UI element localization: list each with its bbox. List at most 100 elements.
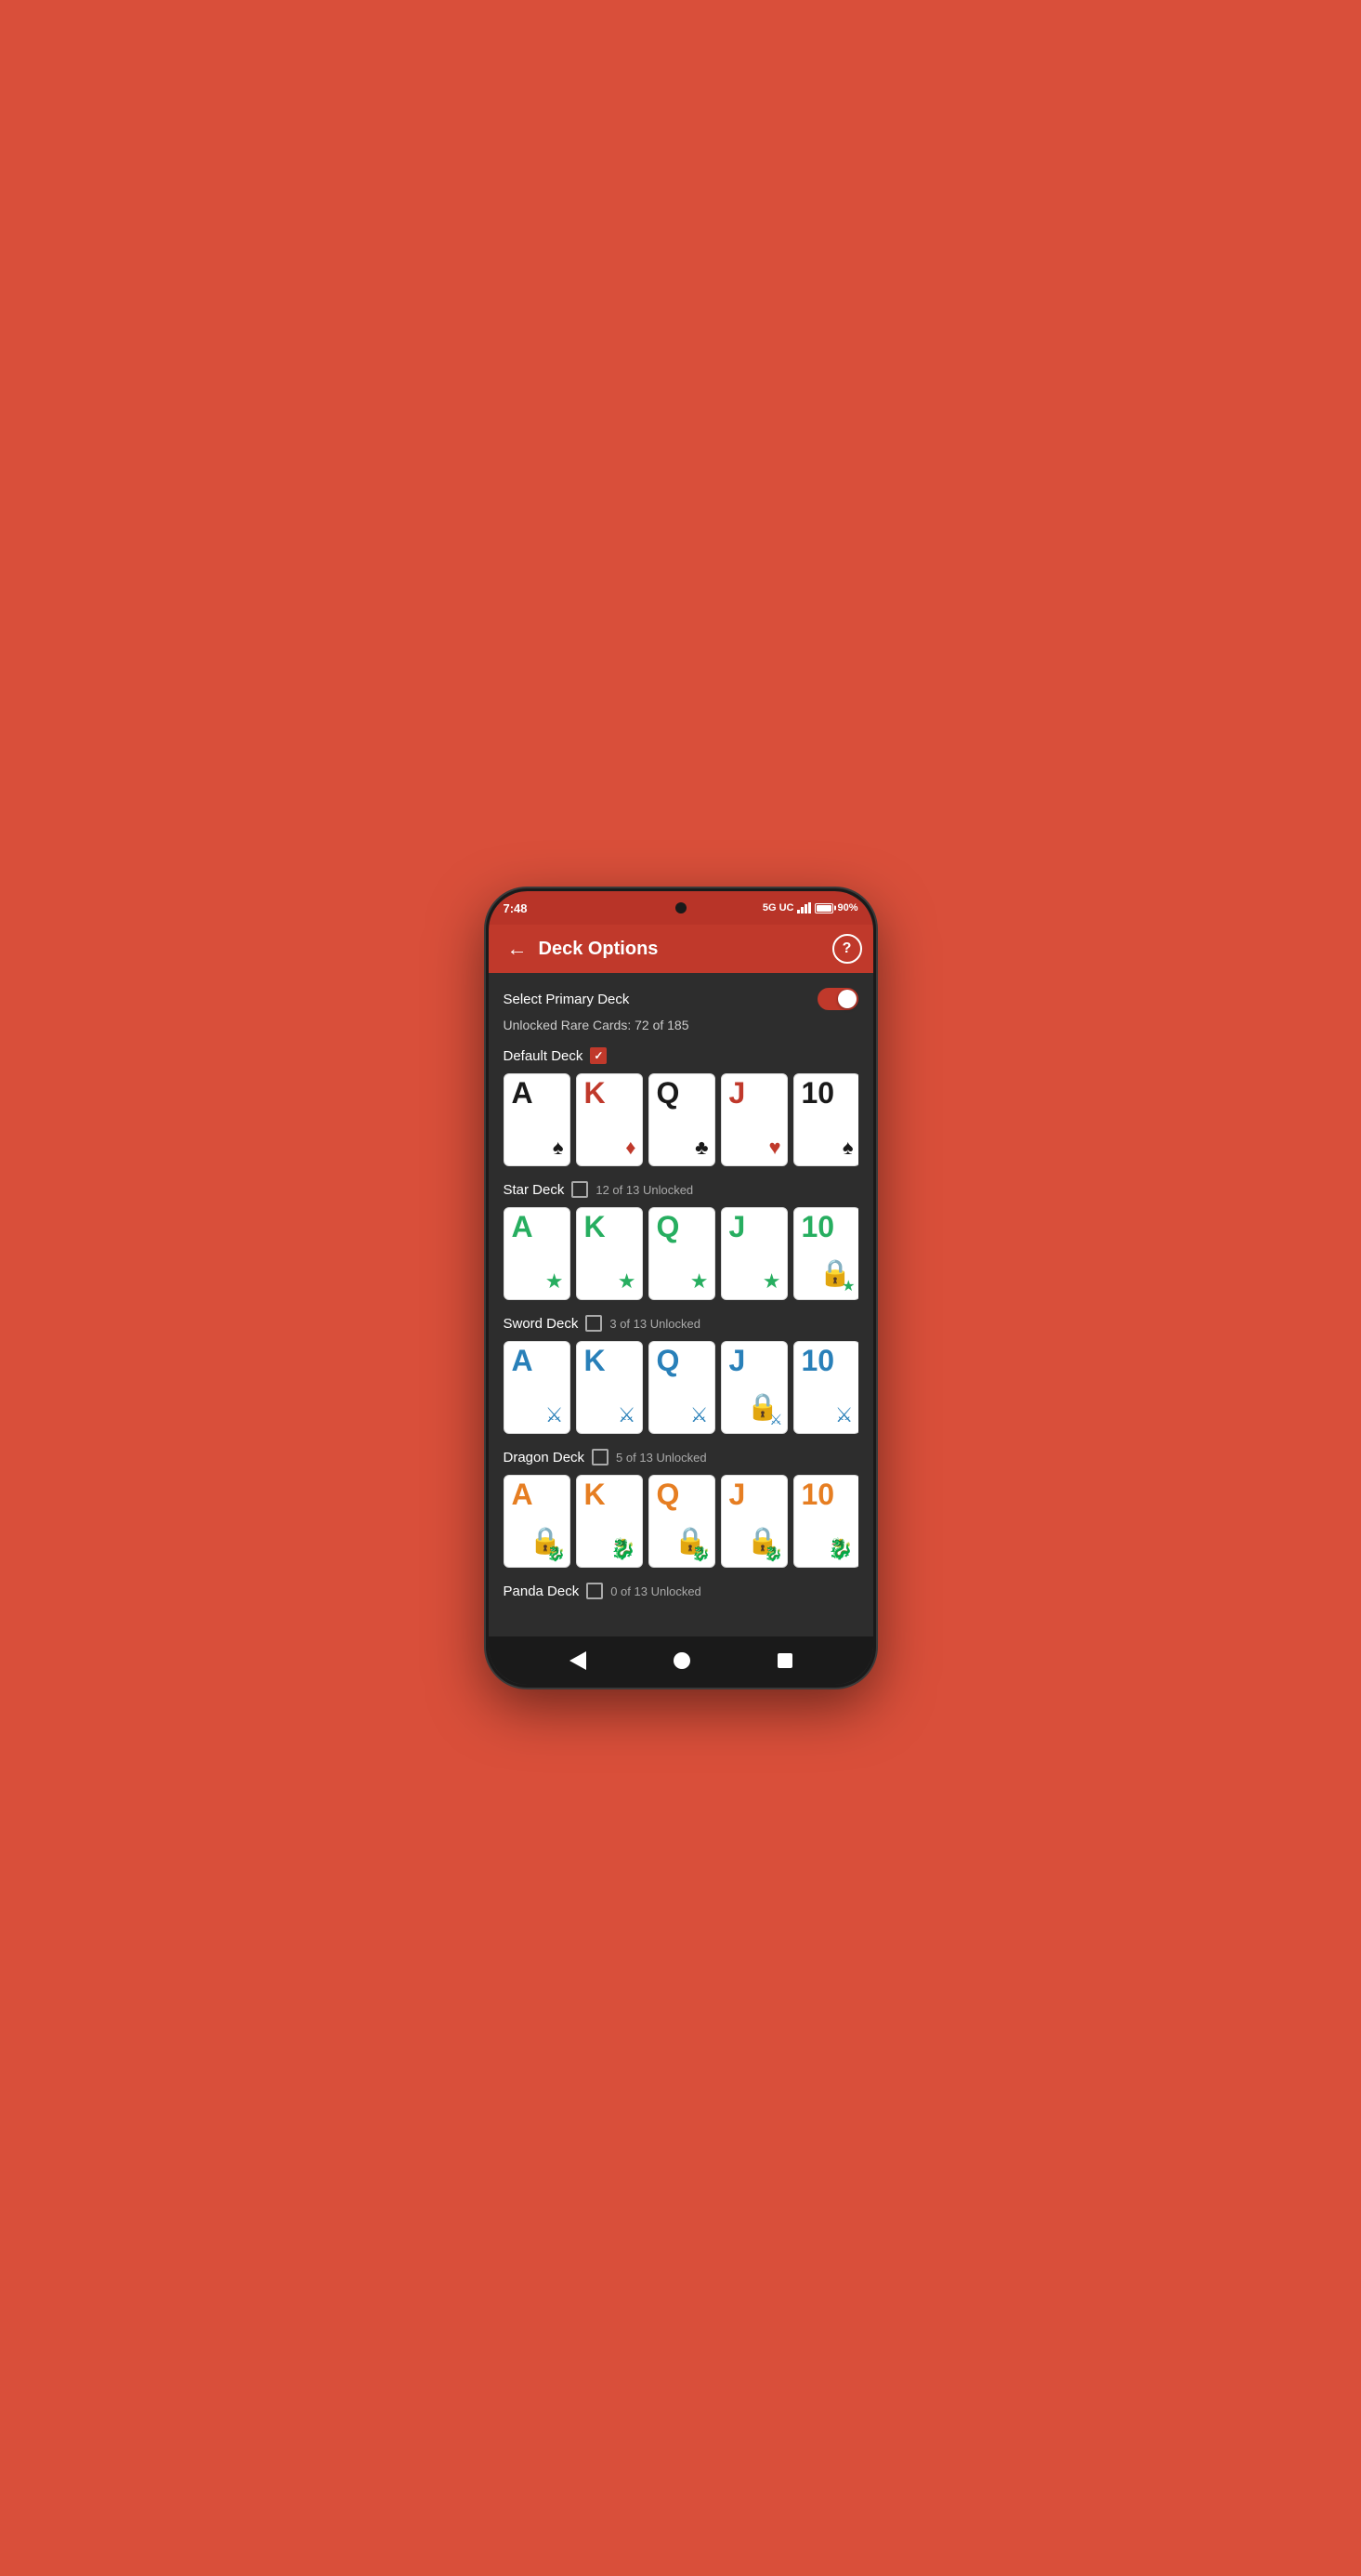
- card-3-0[interactable]: A🔒🐉: [504, 1475, 570, 1568]
- card-3-1[interactable]: K🐉: [576, 1475, 643, 1568]
- card-suit-3-4: 🐉: [828, 1537, 853, 1561]
- deck-checkbox-3[interactable]: [592, 1449, 609, 1465]
- deck-header-4: Panda Deck0 of 13 Unlocked: [504, 1583, 858, 1599]
- phone-device: 7:48 5G UC 90% ← Deck Options ?: [486, 888, 876, 1688]
- card-suit-0-1: ♦: [625, 1136, 635, 1160]
- card-0-3[interactable]: J♥: [721, 1073, 788, 1166]
- cards-row-2: A⚔K⚔Q⚔J🔒⚔10⚔: [504, 1341, 858, 1434]
- deck-name-2: Sword Deck: [504, 1316, 579, 1332]
- card-1-1[interactable]: K★: [576, 1207, 643, 1300]
- deck-name-1: Star Deck: [504, 1182, 565, 1198]
- card-suit-2-1: ⚔: [618, 1403, 636, 1427]
- camera-notch: [675, 902, 687, 913]
- card-2-3[interactable]: J🔒⚔: [721, 1341, 788, 1434]
- deck-header-1: Star Deck 12 of 13 Unlocked: [504, 1181, 858, 1198]
- card-2-2[interactable]: Q⚔: [648, 1341, 715, 1434]
- card-suit-small-3-0: 🐉: [547, 1544, 566, 1563]
- card-suit-0-0: ♠: [553, 1136, 564, 1160]
- card-suit-2-4: ⚔: [835, 1403, 854, 1427]
- back-triangle-icon: [569, 1651, 586, 1670]
- deck-header-0: Default Deck: [504, 1047, 858, 1064]
- deck-unlock-count-1: 12 of 13 Unlocked: [595, 1183, 693, 1197]
- card-2-0[interactable]: A⚔: [504, 1341, 570, 1434]
- card-1-2[interactable]: Q★: [648, 1207, 715, 1300]
- deck-header-3: Dragon Deck 5 of 13 Unlocked: [504, 1449, 858, 1465]
- card-letter-2-3: J: [729, 1346, 746, 1375]
- card-2-1[interactable]: K⚔: [576, 1341, 643, 1434]
- card-letter-1-1: K: [584, 1212, 606, 1242]
- card-letter-1-4: 10: [802, 1212, 835, 1242]
- card-letter-3-3: J: [729, 1479, 746, 1509]
- card-0-4[interactable]: 10♠: [793, 1073, 858, 1166]
- cards-row-1: A★K★Q★J★10🔒★: [504, 1207, 858, 1300]
- card-suit-1-3: ★: [763, 1269, 781, 1294]
- deck-unlock-count-3: 5 of 13 Unlocked: [616, 1451, 707, 1465]
- battery-label: 90%: [837, 902, 857, 913]
- card-suit-0-2: ♣: [695, 1136, 708, 1160]
- deck-header-2: Sword Deck 3 of 13 Unlocked: [504, 1315, 858, 1332]
- primary-deck-label: Select Primary Deck: [504, 992, 630, 1007]
- primary-deck-row: Select Primary Deck: [504, 988, 858, 1010]
- card-3-3[interactable]: J🔒🐉: [721, 1475, 788, 1568]
- card-1-4[interactable]: 10🔒★: [793, 1207, 858, 1300]
- card-suit-2-2: ⚔: [690, 1403, 709, 1427]
- decks-container: Default DeckA♠K♦Q♣J♥10♠Star Deck12 of 13…: [504, 1047, 858, 1599]
- card-letter-1-2: Q: [657, 1212, 680, 1242]
- card-letter-0-2: Q: [657, 1078, 680, 1108]
- card-0-0[interactable]: A♠: [504, 1073, 570, 1166]
- deck-name-3: Dragon Deck: [504, 1450, 585, 1465]
- nav-recent-button[interactable]: [778, 1653, 792, 1668]
- network-label: 5G UC: [763, 902, 794, 913]
- phone-screen: 7:48 5G UC 90% ← Deck Options ?: [489, 891, 873, 1685]
- card-3-4[interactable]: 10 🐉: [793, 1475, 858, 1568]
- card-suit-small-1-4: ★: [842, 1277, 855, 1295]
- cards-row-0: A♠K♦Q♣J♥10♠: [504, 1073, 858, 1166]
- card-suit-small-2-3: ⚔: [769, 1411, 782, 1429]
- content-area: Select Primary Deck Unlocked Rare Cards:…: [489, 973, 873, 1636]
- deck-checkbox-0[interactable]: [590, 1047, 607, 1064]
- card-1-0[interactable]: A★: [504, 1207, 570, 1300]
- deck-checkbox-1[interactable]: [571, 1181, 588, 1198]
- nav-back-button[interactable]: [569, 1651, 586, 1670]
- card-letter-0-1: K: [584, 1078, 606, 1108]
- card-suit-0-4: ♠: [843, 1136, 854, 1160]
- card-letter-2-4: 10: [802, 1346, 835, 1375]
- status-time: 7:48: [504, 901, 528, 915]
- deck-checkbox-4[interactable]: [586, 1583, 603, 1599]
- deck-checkbox-2[interactable]: [585, 1315, 602, 1332]
- back-button[interactable]: ←: [500, 933, 535, 965]
- card-letter-1-0: A: [512, 1212, 533, 1242]
- card-letter-3-4: 10: [802, 1479, 835, 1509]
- nav-home-button[interactable]: [674, 1652, 690, 1669]
- card-letter-2-0: A: [512, 1346, 533, 1375]
- card-1-3[interactable]: J★: [721, 1207, 788, 1300]
- card-suit-1-2: ★: [690, 1269, 709, 1294]
- app-title: Deck Options: [539, 939, 832, 960]
- card-letter-2-2: Q: [657, 1346, 680, 1375]
- deck-section-1: Star Deck12 of 13 UnlockedA★K★Q★J★10🔒★: [504, 1181, 858, 1300]
- app-bar: ← Deck Options ?: [489, 925, 873, 973]
- card-2-4[interactable]: 10 ⚔: [793, 1341, 858, 1434]
- card-suit-1-0: ★: [545, 1269, 564, 1294]
- bottom-nav: [489, 1636, 873, 1685]
- deck-section-4: Panda Deck0 of 13 Unlocked: [504, 1583, 858, 1599]
- card-3-2[interactable]: Q🔒🐉: [648, 1475, 715, 1568]
- card-letter-2-1: K: [584, 1346, 606, 1375]
- card-0-1[interactable]: K♦: [576, 1073, 643, 1166]
- card-suit-2-0: ⚔: [545, 1403, 564, 1427]
- card-letter-0-0: A: [512, 1078, 533, 1108]
- card-suit-1-1: ★: [618, 1269, 636, 1294]
- card-letter-0-3: J: [729, 1078, 746, 1108]
- help-button[interactable]: ?: [832, 934, 862, 964]
- card-suit-small-3-3: 🐉: [765, 1544, 783, 1563]
- deck-name-4: Panda Deck: [504, 1584, 580, 1599]
- battery-fill: [817, 905, 831, 912]
- signal-icon: [797, 902, 811, 913]
- cards-row-3: A🔒🐉K🐉Q🔒🐉J🔒🐉10🐉: [504, 1475, 858, 1568]
- deck-unlock-count-2: 3 of 13 Unlocked: [609, 1317, 700, 1331]
- primary-deck-toggle[interactable]: [818, 988, 858, 1010]
- card-letter-3-1: K: [584, 1479, 606, 1509]
- card-suit-3-1: 🐉: [610, 1537, 635, 1561]
- home-circle-icon: [674, 1652, 690, 1669]
- card-0-2[interactable]: Q♣: [648, 1073, 715, 1166]
